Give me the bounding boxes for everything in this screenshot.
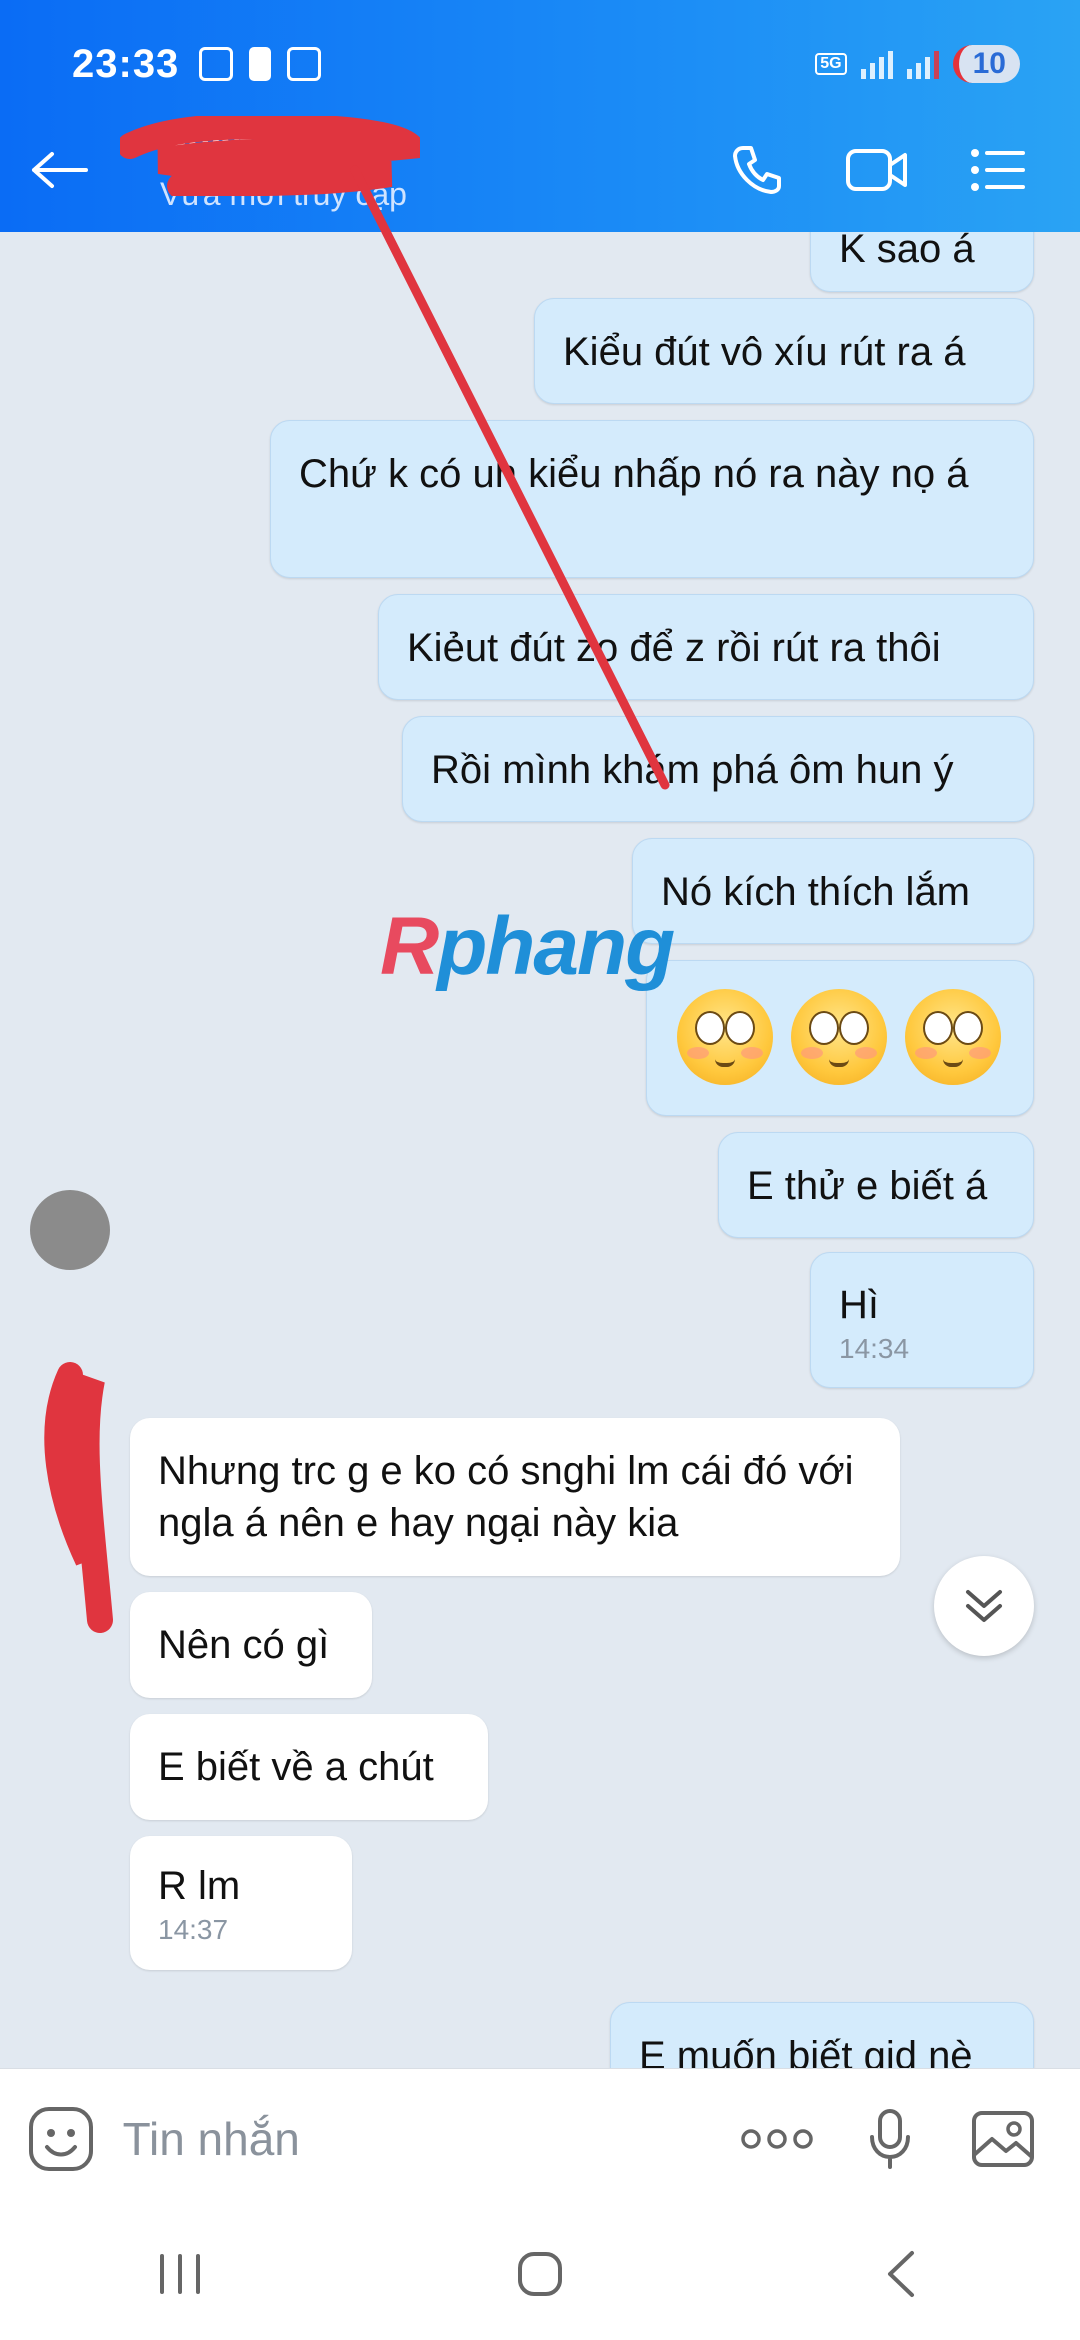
more-options-button[interactable] (721, 2069, 834, 2209)
back-button[interactable] (0, 120, 120, 220)
video-camera-icon (846, 149, 907, 191)
chat-header: 23:33 5G 10 Hoàng Anh Vừa mới truy cập (0, 0, 1080, 232)
image-gallery-icon (972, 2110, 1035, 2167)
screenshot-icon (199, 47, 234, 81)
call-button[interactable] (714, 127, 800, 213)
menu-button[interactable] (954, 127, 1040, 213)
contact-info[interactable]: Hoàng Anh Vừa mới truy cập (120, 116, 440, 220)
message-bubble-outgoing[interactable]: K sao á (810, 232, 1034, 292)
message-bubble-incoming[interactable]: Nhưng trc g e ko có snghi lm cái đó với … (130, 1418, 900, 1576)
message-input[interactable] (122, 2088, 721, 2189)
signal-icon-2 (906, 49, 939, 79)
message-text: R lm (158, 1864, 241, 1908)
message-bubble-outgoing[interactable]: Hì 14:34 (810, 1252, 1034, 1388)
message-bubble-outgoing[interactable]: E muốn biết gid nè (610, 2002, 1034, 2068)
scroll-to-bottom-button[interactable] (934, 1556, 1034, 1656)
video-call-button[interactable] (834, 127, 920, 213)
rolling-eyes-emoji-icon (677, 989, 773, 1085)
message-bubble-outgoing[interactable]: Nó kích thích lắm (632, 838, 1034, 944)
message-bubble-outgoing[interactable]: Chứ k có uh kiểu nhấp nó ra này nọ á (270, 420, 1034, 578)
photo-button[interactable] (947, 2069, 1060, 2209)
message-text: Nhưng trc g e ko có snghi lm cái đó với … (158, 1449, 854, 1545)
more-dots-icon (741, 2128, 813, 2149)
recent-apps-button[interactable] (120, 2224, 240, 2324)
home-icon (518, 2252, 562, 2296)
list-menu-icon (971, 149, 1025, 191)
battery-level: 10 (952, 45, 1020, 83)
rolling-eyes-emoji-icon (791, 989, 887, 1085)
rolling-eyes-emoji-icon (905, 989, 1001, 1085)
network-type: 5G (815, 53, 847, 75)
message-timestamp: 14:34 (839, 1333, 910, 1364)
double-chevron-down-icon (966, 1590, 1002, 1622)
status-bar: 23:33 5G 10 (72, 34, 1020, 94)
home-button[interactable] (480, 2224, 600, 2324)
message-bubble-outgoing[interactable]: Kiẻut đút zo để z rồi rút ra thôi (378, 594, 1034, 700)
chevron-left-icon (888, 2251, 914, 2297)
message-text: E muốn biết gid nè (639, 2034, 973, 2068)
back-nav-button[interactable] (840, 2224, 960, 2324)
message-bubble-incoming[interactable]: R lm 14:37 (130, 1836, 352, 1970)
message-list[interactable]: K sao á Kiểu đút vô xíu rút ra á Chứ k c… (0, 232, 1080, 2068)
voice-message-button[interactable] (834, 2069, 947, 2209)
alert-icon (249, 47, 272, 81)
message-text: Nên có gì (158, 1623, 330, 1667)
status-time: 23:33 (72, 41, 180, 86)
message-text: E thử e biết á (747, 1164, 988, 1208)
arrow-left-icon (32, 152, 88, 188)
sticker-face-icon (29, 2106, 94, 2171)
message-bubble-incoming[interactable]: Nên có gì (130, 1592, 372, 1698)
message-text: Chứ k có uh kiểu nhấp nó ra này nọ á (299, 452, 969, 496)
message-text: K sao á (839, 232, 975, 271)
message-bubble-outgoing[interactable]: E thử e biết á (718, 1132, 1034, 1238)
signal-icon (860, 49, 893, 79)
contact-avatar[interactable] (30, 1190, 110, 1270)
message-bubble-outgoing[interactable]: Rồi mình khám phá ôm hun ý (402, 716, 1034, 822)
microphone-icon (870, 2108, 911, 2169)
recent-apps-icon (160, 2254, 200, 2294)
message-bubble-outgoing[interactable]: Kiểu đút vô xíu rút ra á (534, 298, 1034, 404)
top-app-bar: Hoàng Anh Vừa mới truy cập (0, 116, 1080, 220)
message-text: Rồi mình khám phá ôm hun ý (431, 748, 954, 792)
message-bubble-incoming[interactable]: E biết về a chút (130, 1714, 488, 1820)
watermark-logo: Rphang (380, 901, 675, 992)
sticker-button[interactable] (0, 2069, 123, 2209)
emoji-message-bubble[interactable] (646, 960, 1034, 1116)
message-timestamp: 14:37 (158, 1914, 229, 1945)
message-text: Kiểu đút vô xíu rút ra á (563, 330, 966, 374)
phone-icon (733, 146, 781, 194)
redaction-scribble (120, 116, 420, 196)
composer-bar (0, 2068, 1080, 2208)
media-icon (287, 47, 322, 81)
message-text: Kiẻut đút zo để z rồi rút ra thôi (407, 626, 941, 670)
message-text: Hì (839, 1283, 879, 1327)
message-text: E biết về a chút (158, 1745, 434, 1789)
message-text: Nó kích thích lắm (661, 870, 971, 914)
system-nav-bar (0, 2208, 1080, 2340)
